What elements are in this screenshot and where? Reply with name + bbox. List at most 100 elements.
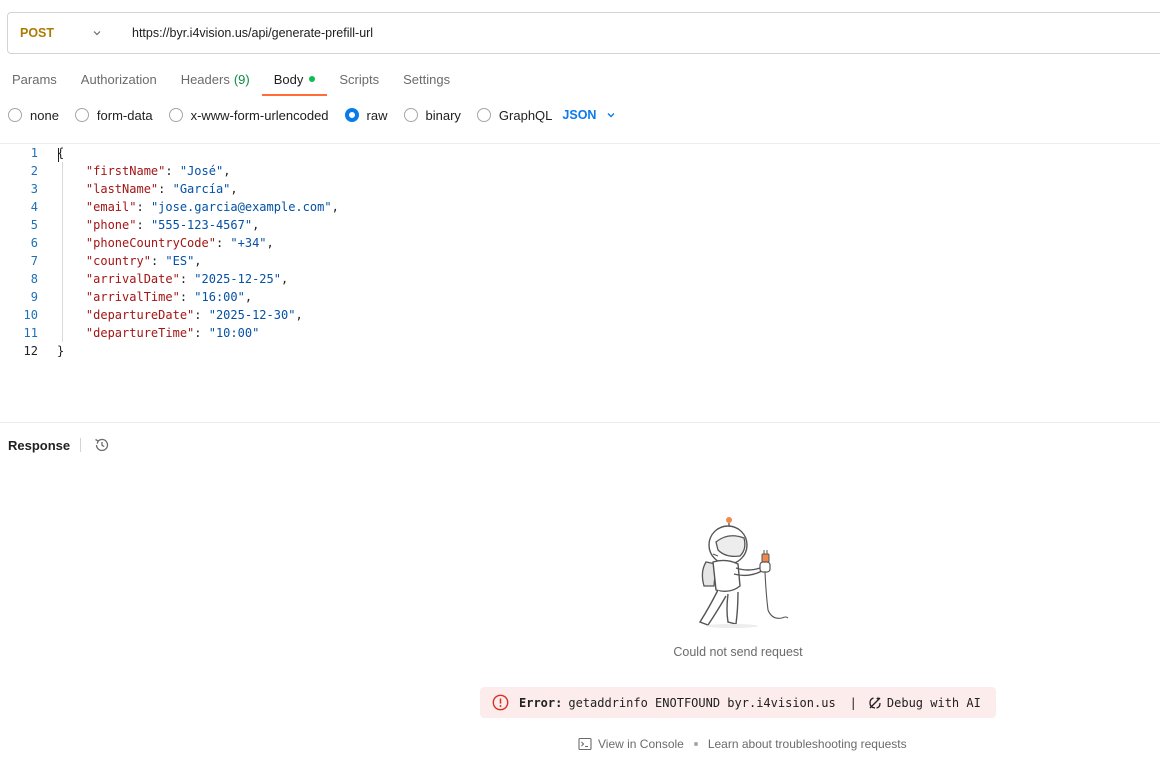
line-number: 10: [23, 308, 38, 322]
tab-body[interactable]: Body: [261, 62, 328, 96]
console-icon: [578, 737, 592, 751]
radio-button[interactable]: [476, 108, 491, 122]
comma: ,: [252, 218, 260, 232]
radio-button[interactable]: [8, 108, 22, 122]
code-line: 7 "country": "ES",: [0, 252, 1160, 270]
radio-urlencoded[interactable]: x-www-form-urlencoded: [168, 107, 329, 123]
error-icon: [492, 694, 509, 711]
chevron-down-icon: [93, 31, 101, 36]
radio-binary[interactable]: binary: [403, 107, 461, 123]
view-in-console-link[interactable]: View in Console: [578, 737, 684, 751]
comma: ,: [280, 272, 289, 286]
code-editor[interactable]: 1 { 2 "firstName": "José", 3 "lastName":…: [0, 143, 1160, 423]
tab-label: Body: [273, 71, 304, 87]
code-line: 6 "phoneCountryCode": "+34",: [0, 234, 1160, 252]
radio-none[interactable]: none: [8, 108, 59, 123]
ai-debug-icon: [869, 696, 881, 709]
line-number: 9: [30, 290, 38, 304]
line-number: 12: [23, 344, 38, 358]
json-key: "arrivalDate": [85, 272, 180, 286]
line-number: 5: [30, 218, 38, 232]
debug-label: Debug with AI: [886, 695, 981, 710]
line-number: 2: [30, 164, 38, 178]
code-line: 2 "firstName": "José",: [0, 162, 1160, 180]
line-number: 8: [30, 272, 38, 286]
json-key: "country": [85, 254, 151, 268]
line-number: 7: [30, 254, 38, 268]
json-key: "firstName": [85, 164, 166, 178]
debug-with-ai-button[interactable]: Debug with AI: [867, 695, 981, 711]
bullet-separator: [693, 742, 698, 746]
radio-button-selected[interactable]: [344, 108, 359, 122]
code-line: 3 "lastName": "García",: [0, 180, 1160, 198]
code-text: "departureDate": "2025-12-30",: [85, 308, 303, 322]
error-banner: Error: getaddrinfo ENOTFOUND byr.i4visio…: [480, 687, 996, 718]
code-line: 11 "departureTime": "10:00": [0, 324, 1160, 342]
line-number: 6: [30, 236, 38, 250]
troubleshooting-link[interactable]: Learn about troubleshooting requests: [708, 737, 907, 751]
response-title: Response: [8, 437, 71, 453]
code-line: 12 }: [0, 342, 1160, 360]
error-text: getaddrinfo ENOTFOUND byr.i4vision.us: [568, 695, 836, 710]
language-label: JSON: [562, 108, 597, 122]
radio-label: x-www-form-urlencoded: [190, 107, 329, 123]
json-value: "García": [172, 182, 231, 196]
json-key: "departureDate": [85, 308, 195, 322]
radio-button[interactable]: [74, 108, 89, 122]
url-bar: POST: [7, 12, 1160, 54]
json-key: "phone": [85, 218, 137, 232]
line-number: 1: [30, 146, 38, 160]
radio-graphql[interactable]: GraphQL: [476, 107, 553, 123]
method-label: POST: [20, 26, 55, 40]
text-cursor: [58, 148, 59, 162]
body-modified-dot: [309, 76, 316, 82]
radio-raw[interactable]: raw: [344, 108, 388, 123]
code-text: "email": "jose.garcia@example.com",: [85, 200, 339, 214]
radio-label: none: [30, 107, 59, 123]
radio-form-data[interactable]: form-data: [74, 108, 153, 123]
error-label: Error:: [519, 695, 563, 710]
radio-button[interactable]: [168, 108, 183, 122]
code-text: "phoneCountryCode": "+34",: [85, 236, 274, 250]
code-text: "arrivalTime": "16:00",: [85, 290, 253, 304]
radio-button[interactable]: [403, 108, 418, 122]
comma: ,: [244, 290, 253, 304]
code-line: 1 {: [0, 144, 1160, 162]
tab-params[interactable]: Params: [0, 62, 69, 96]
comma: ,: [223, 164, 231, 178]
json-key: "arrivalTime": [85, 290, 180, 304]
tab-scripts[interactable]: Scripts: [327, 62, 391, 96]
radio-label: binary: [425, 107, 461, 123]
code-line: 10 "departureDate": "2025-12-30",: [0, 306, 1160, 324]
tab-label: Params: [12, 71, 57, 87]
code-text: "lastName": "García",: [85, 182, 238, 196]
comma: ,: [266, 236, 274, 250]
tab-label: Authorization: [80, 71, 157, 87]
chevron-down-icon: [607, 113, 615, 118]
code-line: 5 "phone": "555-123-4567",: [0, 216, 1160, 234]
json-value: "2025-12-30": [208, 308, 296, 322]
line-number: 4: [30, 200, 38, 214]
divider: [80, 438, 82, 452]
tab-authorization[interactable]: Authorization: [69, 62, 169, 96]
tab-label: Headers: [180, 71, 230, 87]
json-value: "ES": [165, 254, 195, 268]
tab-headers[interactable]: Headers (9): [169, 62, 262, 96]
method-dropdown[interactable]: POST: [8, 13, 114, 53]
brace: }: [57, 344, 65, 358]
tab-label: Settings: [403, 71, 451, 87]
history-icon[interactable]: [93, 436, 111, 454]
status-message: Could not send request: [673, 645, 803, 659]
comma: ,: [331, 200, 339, 214]
json-value: "2025-12-25": [194, 272, 281, 286]
json-value: "16:00": [194, 290, 245, 304]
code-line: 9 "arrivalTime": "16:00",: [0, 288, 1160, 306]
json-value: "555-123-4567": [150, 218, 253, 232]
code-text: }: [57, 342, 64, 360]
view-console-label: View in Console: [598, 737, 684, 751]
code-text: "phone": "555-123-4567",: [85, 218, 260, 232]
tab-settings[interactable]: Settings: [391, 62, 462, 96]
language-dropdown[interactable]: JSON: [562, 108, 616, 122]
url-input[interactable]: [114, 13, 1160, 53]
radio-label: GraphQL: [498, 107, 553, 123]
